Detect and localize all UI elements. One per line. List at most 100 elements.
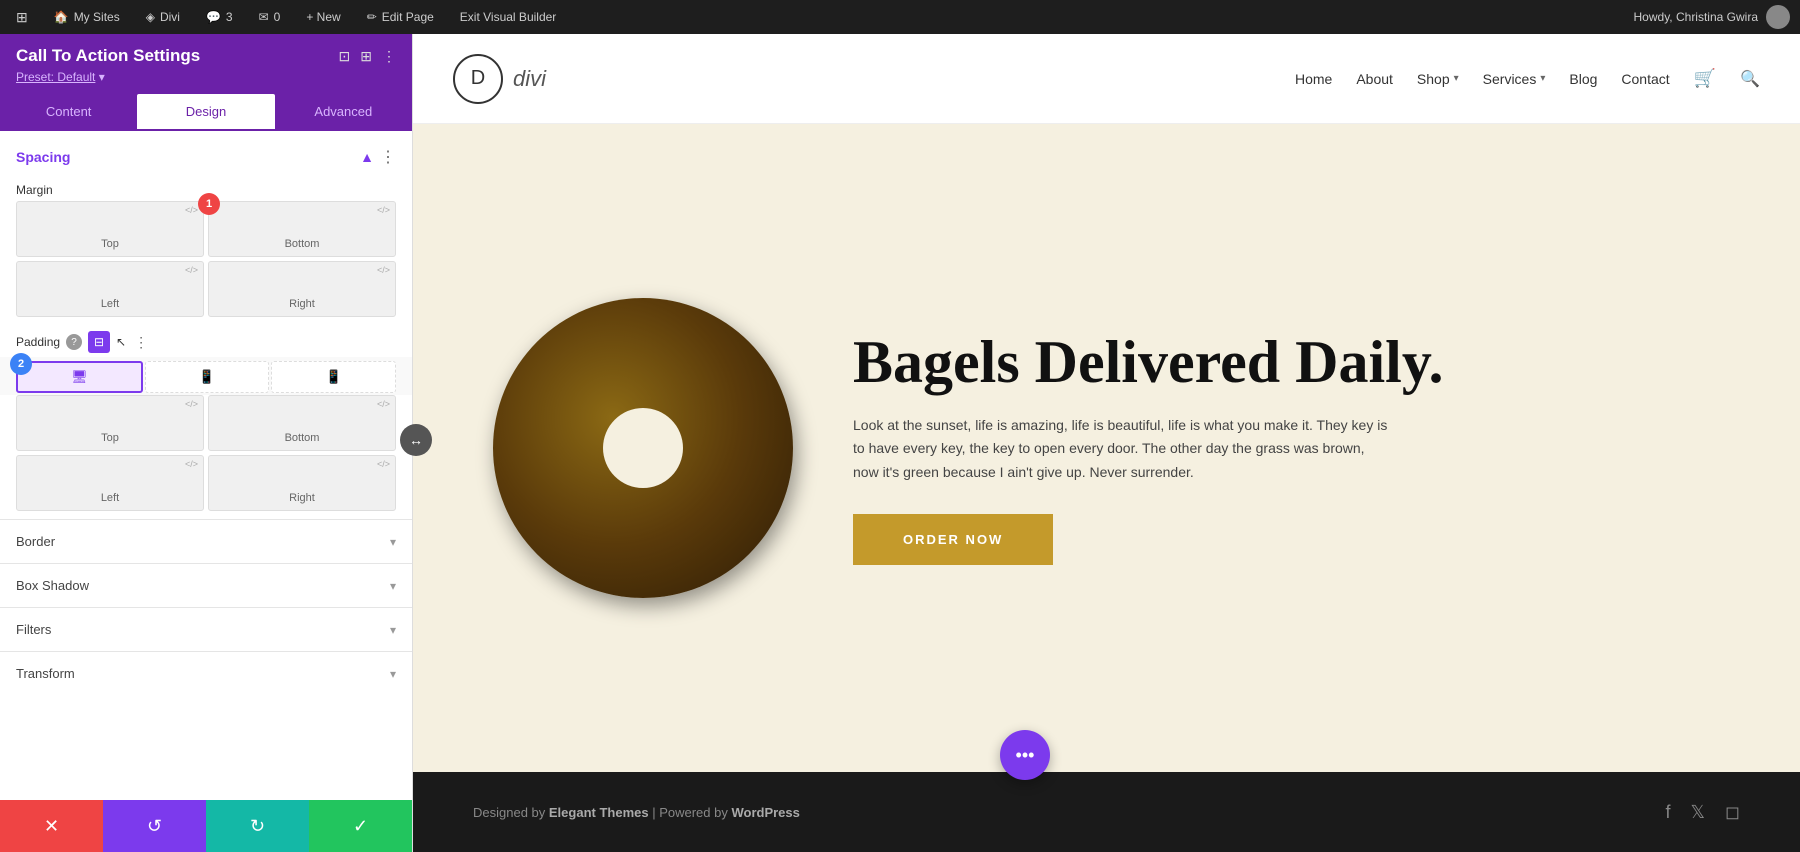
exit-builder-button[interactable]: Exit Visual Builder	[454, 6, 563, 28]
nav-about-label: About	[1356, 71, 1393, 87]
panel-title: Call To Action Settings	[16, 46, 200, 66]
my-sites-label: My Sites	[74, 10, 120, 24]
site-menu: Home About Shop ▾ Services ▾ Blog Contac	[1295, 68, 1760, 89]
padding-right-label: Right	[217, 492, 387, 504]
dots-icon: •••	[1016, 745, 1035, 766]
nav-blog-label: Blog	[1569, 71, 1597, 87]
wp-icon-button[interactable]: ⊞	[10, 5, 34, 30]
nav-shop[interactable]: Shop ▾	[1417, 71, 1459, 87]
tablet-icon: 📱	[199, 369, 215, 385]
drag-handle[interactable]: ↔	[400, 424, 432, 456]
filters-accordion[interactable]: Filters ▾	[0, 607, 412, 651]
confirm-icon: ✓	[353, 816, 368, 837]
fullscreen-icon[interactable]: ⊡	[339, 48, 351, 65]
redo-icon: ↻	[250, 816, 265, 837]
order-now-button[interactable]: ORDER NOW	[853, 514, 1053, 565]
panel-header: Call To Action Settings ⊡ ⊞ ⋮ Preset: De…	[0, 34, 412, 94]
margin-bottom-value[interactable]	[217, 208, 387, 224]
padding-bottom-label: Bottom	[217, 432, 387, 444]
floating-menu-button[interactable]: •••	[1000, 730, 1050, 780]
transform-accordion[interactable]: Transform ▾	[0, 651, 412, 695]
margin-bottom-field: </> Bottom	[208, 201, 396, 257]
margin-left-label: Left	[25, 298, 195, 310]
margin-top-value[interactable]	[25, 208, 195, 224]
hero-text: Bagels Delivered Daily. Look at the suns…	[853, 331, 1720, 564]
transform-label: Transform	[16, 666, 75, 681]
device-mobile-tab[interactable]: 📱	[271, 361, 396, 393]
padding-left-value[interactable]	[25, 462, 195, 478]
badge-2: 2	[10, 353, 32, 375]
margin-top-field: </> Top	[16, 201, 204, 257]
nav-home[interactable]: Home	[1295, 71, 1332, 87]
padding-label: Padding	[16, 335, 60, 349]
nav-blog[interactable]: Blog	[1569, 71, 1597, 87]
logo-text: divi	[513, 66, 546, 92]
collapse-icon[interactable]: ▲	[360, 149, 374, 165]
box-shadow-accordion[interactable]: Box Shadow ▾	[0, 563, 412, 607]
site-logo: D divi	[453, 54, 546, 104]
tab-content[interactable]: Content	[0, 94, 137, 131]
nav-services[interactable]: Services ▾	[1483, 71, 1546, 87]
device-desktop-tab[interactable]: 2 🖥	[16, 361, 143, 393]
panel-title-row: Call To Action Settings ⊡ ⊞ ⋮	[16, 46, 396, 66]
services-dropdown-icon: ▾	[1540, 73, 1545, 84]
bubble-icon: 💬	[206, 10, 221, 24]
edit-page-button[interactable]: ✏ Edit Page	[361, 6, 440, 28]
margin-right-value[interactable]	[217, 268, 387, 284]
grid-icon[interactable]: ⊞	[360, 48, 372, 65]
bagel-image	[493, 298, 793, 598]
help-icon[interactable]: ?	[66, 334, 82, 350]
new-button[interactable]: + New	[300, 6, 346, 28]
padding-top-value[interactable]	[25, 402, 195, 418]
undo-button[interactable]: ↺	[103, 800, 206, 852]
nav-about[interactable]: About	[1356, 71, 1393, 87]
filters-chevron: ▾	[390, 623, 396, 637]
my-sites-button[interactable]: 🏠 My Sites	[48, 6, 126, 28]
nav-contact-label: Contact	[1621, 71, 1669, 87]
right-preview: D divi Home About Shop ▾ Services ▾	[413, 34, 1800, 852]
padding-left-label: Left	[25, 492, 195, 504]
comments-button[interactable]: 💬 3	[200, 6, 239, 28]
padding-bottom-value[interactable]	[217, 402, 387, 418]
padding-header-row: Padding ? ⊟ ↖ ⋮	[0, 325, 412, 357]
device-tablet-tab[interactable]: 📱	[145, 361, 270, 393]
padding-top-field: </> Top	[16, 395, 204, 451]
padding-grid: </> Top </> Bottom </> Left	[16, 395, 396, 511]
transform-chevron: ▾	[390, 667, 396, 681]
filters-label: Filters	[16, 622, 51, 637]
border-accordion[interactable]: Border ▾	[0, 519, 412, 563]
padding-fields: </> Top </> Bottom </> Left	[0, 395, 412, 519]
home-icon: 🏠	[54, 10, 69, 24]
powered-by-text: | Powered by	[649, 805, 732, 820]
confirm-button[interactable]: ✓	[309, 800, 412, 852]
link-icon: ⊟	[94, 335, 104, 349]
section-menu-icon[interactable]: ⋮	[380, 147, 396, 167]
tab-design-label: Design	[186, 104, 226, 119]
redo-button[interactable]: ↻	[206, 800, 309, 852]
left-panel: Call To Action Settings ⊡ ⊞ ⋮ Preset: De…	[0, 34, 413, 852]
search-icon[interactable]: 🔍	[1740, 69, 1760, 89]
messages-button[interactable]: ✉ 0	[253, 6, 287, 28]
pencil-icon: ✏	[367, 10, 377, 24]
cancel-button[interactable]: ✕	[0, 800, 103, 852]
tab-advanced[interactable]: Advanced	[275, 94, 412, 131]
padding-right-value[interactable]	[217, 462, 387, 478]
margin-bottom-label: Bottom	[217, 238, 387, 250]
panel-preset[interactable]: Preset: Default ▾	[16, 70, 396, 84]
instagram-icon[interactable]: ◻	[1725, 802, 1740, 823]
nav-contact[interactable]: Contact	[1621, 71, 1669, 87]
cart-icon[interactable]: 🛒	[1694, 68, 1716, 89]
divi-button[interactable]: ◈ Divi	[140, 6, 186, 28]
wordpress-text: WordPress	[731, 805, 799, 820]
tab-design[interactable]: Design	[137, 94, 274, 131]
panel-title-icons: ⊡ ⊞ ⋮	[339, 48, 396, 65]
margin-right-field: </> Right	[208, 261, 396, 317]
twitter-icon[interactable]: 𝕏	[1691, 802, 1706, 823]
shop-dropdown-icon: ▾	[1454, 73, 1459, 84]
padding-menu-icon[interactable]: ⋮	[134, 334, 148, 351]
more-icon[interactable]: ⋮	[382, 48, 396, 65]
margin-left-value[interactable]	[25, 268, 195, 284]
facebook-icon[interactable]: f	[1666, 802, 1671, 823]
link-icon-button[interactable]: ⊟	[88, 331, 110, 353]
spacing-section-header: Spacing ▲ ⋮	[0, 131, 412, 177]
